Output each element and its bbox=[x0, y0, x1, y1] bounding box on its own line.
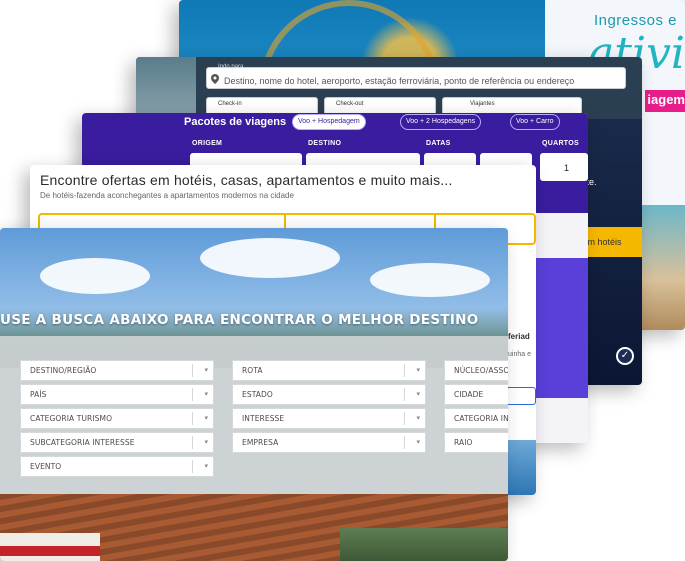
field-label: NÚCLEO/ASSOCIAÇÃO bbox=[454, 366, 508, 375]
select-interest-category[interactable]: CATEGORIA INTERESSE bbox=[444, 408, 508, 429]
select-interest[interactable]: INTERESSE ▾ bbox=[232, 408, 426, 429]
tab-flight-car[interactable]: Voo + Carro bbox=[510, 114, 560, 130]
field-label: ESTADO bbox=[242, 390, 273, 399]
select-state[interactable]: ESTADO ▾ bbox=[232, 384, 426, 405]
packages-promo-block bbox=[532, 258, 588, 398]
divider bbox=[192, 388, 193, 401]
tab-flight-car-label: Voo + Carro bbox=[516, 118, 554, 125]
select-destination-region[interactable]: DESTINO/REGIÃO ▾ bbox=[20, 360, 214, 381]
field-label: EVENTO bbox=[30, 462, 62, 471]
destination-label: Indo para bbox=[218, 64, 244, 70]
select-radius[interactable]: RAIO bbox=[444, 432, 508, 453]
pink-band-text: iagem bbox=[647, 92, 685, 107]
cloud bbox=[370, 263, 490, 297]
divider bbox=[404, 388, 405, 401]
divider bbox=[192, 412, 193, 425]
accommodation-title: Encontre ofertas em hotéis, casas, apart… bbox=[40, 172, 453, 188]
check-icon: ✓ bbox=[616, 347, 634, 365]
tab-flight-two-hotels[interactable]: Voo + 2 Hospedagens bbox=[400, 114, 482, 130]
divider bbox=[404, 436, 405, 449]
tickets-heading: Ingressos e bbox=[593, 12, 677, 29]
divider bbox=[404, 412, 405, 425]
tab-flight-hotel[interactable]: Voo + Hospedagem bbox=[292, 114, 366, 130]
location-pin-icon bbox=[211, 74, 219, 84]
destination-label: DESTINO bbox=[308, 140, 342, 147]
field-label: PAÍS bbox=[30, 390, 47, 399]
select-event[interactable]: EVENTO ▾ bbox=[20, 456, 214, 477]
hero-image-strip bbox=[136, 57, 196, 119]
checkout-label: Check-out bbox=[336, 101, 364, 107]
tab-flight-two-hotels-label: Voo + 2 Hospedagens bbox=[406, 118, 476, 125]
select-interest-subcategory[interactable]: SUBCATEGORIA INTERESSE ▾ bbox=[20, 432, 214, 453]
checkin-label: Check-in bbox=[218, 101, 242, 107]
travelers-label: Viajantes bbox=[470, 101, 495, 107]
deals-title: feriad bbox=[508, 332, 530, 341]
field-label: DESTINO/REGIÃO bbox=[30, 366, 97, 375]
field-label: CIDADE bbox=[454, 390, 484, 399]
deals-button[interactable] bbox=[506, 387, 536, 405]
select-company[interactable]: EMPRESA ▾ bbox=[232, 432, 426, 453]
rooms-label: QUARTOS bbox=[542, 140, 579, 147]
select-nucleus-association[interactable]: NÚCLEO/ASSOCIAÇÃO bbox=[444, 360, 508, 381]
tab-flight-hotel-label: Voo + Hospedagem bbox=[298, 118, 360, 125]
select-city[interactable]: CIDADE bbox=[444, 384, 508, 405]
field-label: ROTA bbox=[242, 366, 263, 375]
field-label: SUBCATEGORIA INTERESSE bbox=[30, 438, 135, 447]
select-tourism-category[interactable]: CATEGORIA TURISMO ▾ bbox=[20, 408, 214, 429]
rooms-value: 1 bbox=[564, 163, 570, 173]
field-label: INTERESSE bbox=[242, 414, 285, 423]
chevron-down-icon: ▾ bbox=[204, 391, 208, 398]
chevron-down-icon: ▾ bbox=[204, 463, 208, 470]
divider bbox=[192, 460, 193, 473]
stacked-screenshots: Ingressos e ativi iagem Indo para Destin… bbox=[0, 0, 685, 561]
cloud bbox=[40, 258, 150, 294]
accommodation-subtitle: De hotéis-fazenda aconchegantes a aparta… bbox=[40, 191, 294, 200]
red-stripe bbox=[0, 546, 100, 556]
field-label: CATEGORIA INTERESSE bbox=[454, 414, 508, 423]
divider bbox=[404, 364, 405, 377]
vegetation-image bbox=[340, 528, 508, 561]
chevron-down-icon: ▾ bbox=[416, 391, 420, 398]
destination-placeholder: Destino, nome do hotel, aeroporto, estaç… bbox=[224, 76, 575, 86]
dates-label: DATAS bbox=[426, 140, 451, 147]
field-label: EMPRESA bbox=[242, 438, 279, 447]
chevron-down-icon: ▾ bbox=[204, 367, 208, 374]
packages-title: Pacotes de viagens bbox=[184, 116, 287, 128]
divider bbox=[192, 364, 193, 377]
select-route[interactable]: ROTA ▾ bbox=[232, 360, 426, 381]
chevron-down-icon: ▾ bbox=[416, 439, 420, 446]
chevron-down-icon: ▾ bbox=[204, 415, 208, 422]
cloud bbox=[200, 238, 340, 278]
field-label: CATEGORIA TURISMO bbox=[30, 414, 113, 423]
field-label: RAIO bbox=[454, 438, 473, 447]
chevron-down-icon: ▾ bbox=[204, 439, 208, 446]
chevron-down-icon: ▾ bbox=[416, 415, 420, 422]
select-country[interactable]: PAÍS ▾ bbox=[20, 384, 214, 405]
finder-banner: USE A BUSCA ABAIXO PARA ENCONTRAR O MELH… bbox=[0, 312, 479, 328]
divider bbox=[192, 436, 193, 449]
chevron-down-icon: ▾ bbox=[416, 367, 420, 374]
destination-finder-card: USE A BUSCA ABAIXO PARA ENCONTRAR O MELH… bbox=[0, 228, 508, 561]
deals-subtitle: uinha e bbox=[508, 351, 531, 358]
origin-label: ORIGEM bbox=[192, 140, 223, 147]
